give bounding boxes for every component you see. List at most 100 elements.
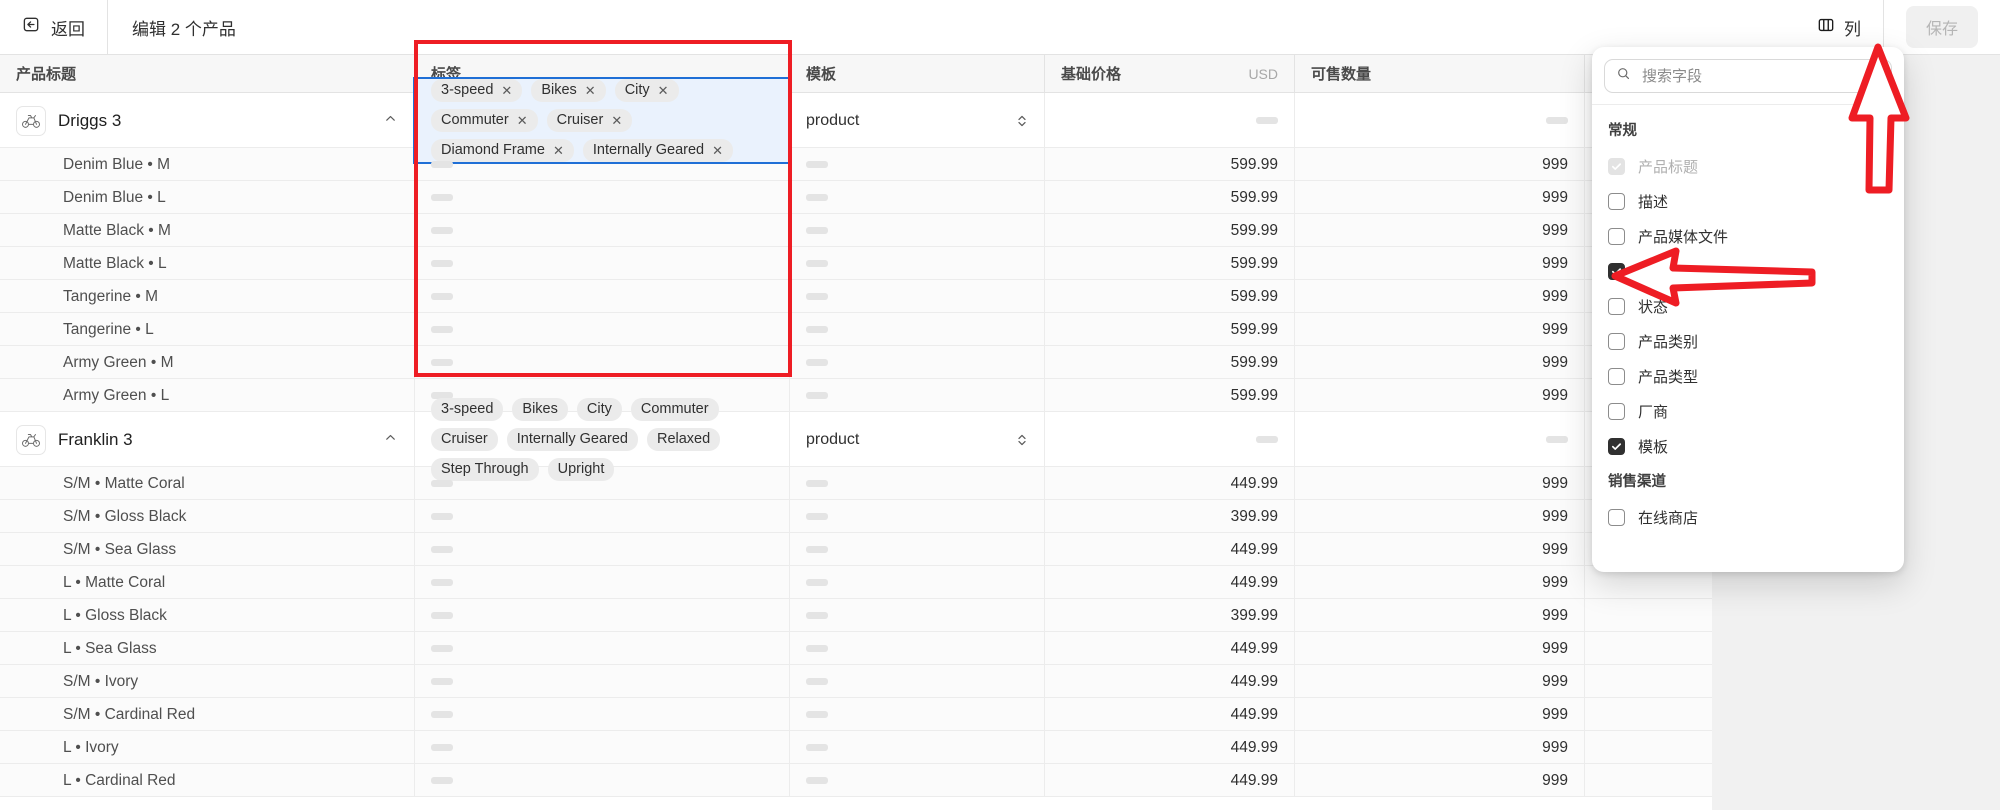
column-header-available-qty[interactable]: 可售数量 xyxy=(1295,55,1585,92)
variant-tags-cell[interactable] xyxy=(415,280,790,313)
variant-price-cell[interactable]: 449.99 xyxy=(1045,731,1295,764)
variant-title-cell[interactable]: Denim Blue • M xyxy=(0,148,415,181)
variant-title-cell[interactable]: S/M • Cardinal Red xyxy=(0,698,415,731)
product-tags-cell[interactable]: 3-speed✕Bikes✕City✕Commuter✕Cruiser✕Diam… xyxy=(415,93,790,148)
variant-price-cell[interactable]: 399.99 xyxy=(1045,500,1295,533)
column-option-unchecked[interactable]: 产品类型 xyxy=(1592,359,1904,394)
variant-tags-cell[interactable] xyxy=(415,665,790,698)
variant-price-cell[interactable]: 599.99 xyxy=(1045,181,1295,214)
variant-title-cell[interactable]: L • Cardinal Red xyxy=(0,764,415,797)
column-option-unchecked[interactable]: 状态 xyxy=(1592,289,1904,324)
column-option-unchecked[interactable]: 产品媒体文件 xyxy=(1592,219,1904,254)
variant-price-cell[interactable]: 599.99 xyxy=(1045,280,1295,313)
tag-pill[interactable]: City✕ xyxy=(615,79,679,102)
product-template-cell[interactable]: product xyxy=(790,412,1045,467)
variant-template-cell[interactable] xyxy=(790,665,1045,698)
variant-title-cell[interactable]: L • Matte Coral xyxy=(0,566,415,599)
variant-template-cell[interactable] xyxy=(790,379,1045,412)
variant-price-cell[interactable]: 599.99 xyxy=(1045,346,1295,379)
variant-title-cell[interactable]: Denim Blue • L xyxy=(0,181,415,214)
variant-title-cell[interactable]: S/M • Ivory xyxy=(0,665,415,698)
search-input[interactable] xyxy=(1640,67,1880,86)
remove-tag-icon[interactable]: ✕ xyxy=(611,112,622,129)
variant-row[interactable]: L • Sea Glass449.99999999 xyxy=(0,632,2000,665)
product-template-cell[interactable]: product xyxy=(790,93,1045,148)
chevron-updown-icon[interactable] xyxy=(1016,432,1028,448)
variant-title-cell[interactable]: Tangerine • M xyxy=(0,280,415,313)
variant-available-cell[interactable]: 999 xyxy=(1295,214,1585,247)
column-option-checked[interactable]: 标签 xyxy=(1592,254,1904,289)
variant-tags-cell[interactable] xyxy=(415,346,790,379)
variant-price-cell[interactable]: 449.99 xyxy=(1045,698,1295,731)
variant-tags-cell[interactable] xyxy=(415,632,790,665)
tag-pill[interactable]: 3-speed✕ xyxy=(431,79,522,102)
column-option-unchecked[interactable]: 在线商店 xyxy=(1592,500,1904,535)
chevron-up-icon[interactable] xyxy=(383,430,398,450)
variant-price-cell[interactable]: 449.99 xyxy=(1045,665,1295,698)
variant-tags-cell[interactable] xyxy=(415,181,790,214)
chevron-up-icon[interactable] xyxy=(383,111,398,131)
remove-tag-icon[interactable]: ✕ xyxy=(658,82,669,99)
variant-row[interactable]: L • Cardinal Red449.99999999 xyxy=(0,764,2000,797)
column-option-unchecked[interactable]: 产品类别 xyxy=(1592,324,1904,359)
variant-available-cell[interactable]: 999 xyxy=(1295,148,1585,181)
variant-available-cell[interactable]: 999 xyxy=(1295,698,1585,731)
variant-available-cell[interactable]: 999 xyxy=(1295,500,1585,533)
variant-row[interactable]: L • Gloss Black399.99999999 xyxy=(0,599,2000,632)
variant-price-cell[interactable]: 599.99 xyxy=(1045,214,1295,247)
tag-pill[interactable]: Cruiser✕ xyxy=(547,109,633,132)
column-header-base-price[interactable]: 基础价格 USD xyxy=(1045,55,1295,92)
variant-row[interactable]: L • Ivory449.99999999 xyxy=(0,731,2000,764)
variant-available-cell[interactable]: 999 xyxy=(1295,599,1585,632)
search-field[interactable] xyxy=(1604,59,1892,93)
tag-pill[interactable]: 3-speed xyxy=(431,398,503,421)
variant-tags-cell[interactable] xyxy=(415,313,790,346)
column-option-checked[interactable]: 模板 xyxy=(1592,429,1904,464)
variant-tags-cell[interactable] xyxy=(415,467,790,500)
variant-template-cell[interactable] xyxy=(790,346,1045,379)
variant-available-cell[interactable]: 999 xyxy=(1295,665,1585,698)
product-available-cell[interactable] xyxy=(1295,93,1585,148)
template-select[interactable]: product xyxy=(806,431,1028,449)
variant-tags-cell[interactable] xyxy=(415,764,790,797)
variant-template-cell[interactable] xyxy=(790,500,1045,533)
variant-price-cell[interactable]: 399.99 xyxy=(1045,599,1295,632)
variant-template-cell[interactable] xyxy=(790,467,1045,500)
variant-template-cell[interactable] xyxy=(790,764,1045,797)
variant-title-cell[interactable]: L • Gloss Black xyxy=(0,599,415,632)
checkbox-icon[interactable] xyxy=(1608,403,1625,420)
variant-available-cell[interactable]: 999 xyxy=(1295,247,1585,280)
variant-row[interactable]: S/M • Ivory449.99999999 xyxy=(0,665,2000,698)
variant-available-cell[interactable]: 999 xyxy=(1295,379,1585,412)
variant-template-cell[interactable] xyxy=(790,181,1045,214)
variant-price-cell[interactable]: 449.99 xyxy=(1045,632,1295,665)
variant-template-cell[interactable] xyxy=(790,632,1045,665)
product-available-cell[interactable] xyxy=(1295,412,1585,467)
variant-price-cell[interactable]: 449.99 xyxy=(1045,764,1295,797)
variant-row[interactable]: S/M • Cardinal Red449.99999999 xyxy=(0,698,2000,731)
variant-available-cell[interactable]: 999 xyxy=(1295,313,1585,346)
variant-tags-cell[interactable] xyxy=(415,698,790,731)
variant-price-cell[interactable]: 599.99 xyxy=(1045,379,1295,412)
variant-template-cell[interactable] xyxy=(790,566,1045,599)
variant-available-cell[interactable]: 999 xyxy=(1295,566,1585,599)
remove-tag-icon[interactable]: ✕ xyxy=(501,82,512,99)
product-group-title-cell[interactable]: Franklin 3 xyxy=(0,412,415,467)
variant-template-cell[interactable] xyxy=(790,247,1045,280)
variant-template-cell[interactable] xyxy=(790,214,1045,247)
back-button[interactable]: 返回 xyxy=(0,0,107,55)
variant-title-cell[interactable]: Army Green • M xyxy=(0,346,415,379)
variant-available-cell[interactable]: 999 xyxy=(1295,280,1585,313)
checkbox-icon[interactable] xyxy=(1608,368,1625,385)
variant-title-cell[interactable]: Tangerine • L xyxy=(0,313,415,346)
variant-tags-cell[interactable] xyxy=(415,566,790,599)
variant-price-cell[interactable]: 599.99 xyxy=(1045,148,1295,181)
variant-price-cell[interactable]: 449.99 xyxy=(1045,533,1295,566)
variant-template-cell[interactable] xyxy=(790,698,1045,731)
variant-available-cell[interactable]: 999 xyxy=(1295,181,1585,214)
tag-pill[interactable]: Commuter✕ xyxy=(431,109,538,132)
remove-tag-icon[interactable]: ✕ xyxy=(517,112,528,129)
variant-tags-cell[interactable] xyxy=(415,214,790,247)
remove-tag-icon[interactable]: ✕ xyxy=(585,82,596,99)
product-tags-cell[interactable]: 3-speedBikesCityCommuterCruiserInternall… xyxy=(415,412,790,467)
